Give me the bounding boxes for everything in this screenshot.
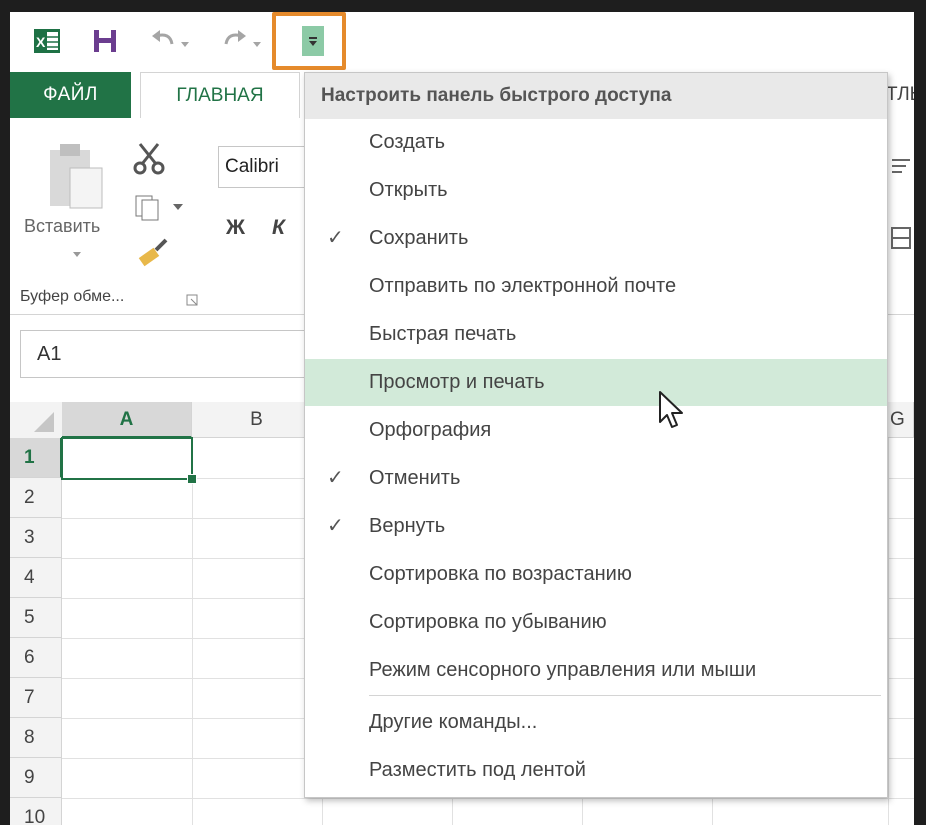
menu-item-label: Сортировка по убыванию [369, 611, 607, 633]
excel-window: X ФАЙЛ ГЛАВНАЯ ТЛ Вставить Буфер обме...… [10, 12, 914, 825]
row-header-2[interactable]: 2 [10, 478, 62, 518]
save-icon[interactable] [90, 26, 120, 56]
copy-dropdown-icon[interactable] [170, 200, 186, 214]
menu-item-show-below-ribbon[interactable]: Разместить под лентой [305, 747, 887, 794]
undo-dropdown-icon[interactable] [176, 26, 194, 56]
undo-icon[interactable] [148, 26, 178, 56]
row-header-3[interactable]: 3 [10, 518, 62, 558]
column-header-b[interactable]: B [192, 402, 322, 438]
merge-icon[interactable] [890, 224, 914, 254]
name-box[interactable]: A1 [20, 330, 310, 378]
select-all-corner[interactable] [10, 402, 62, 438]
row-header-1[interactable]: 1 [10, 438, 62, 478]
menu-item-email[interactable]: Отправить по электронной почте [305, 263, 887, 310]
customize-qat-highlight [272, 12, 346, 70]
bold-button[interactable]: Ж [226, 216, 245, 240]
menu-separator [369, 695, 881, 696]
menu-item-label: Сохранить [369, 227, 469, 249]
row-header-10[interactable]: 10 [10, 798, 62, 825]
tab-partial[interactable]: ТЛЫ [886, 72, 914, 118]
menu-item-print-preview[interactable]: Просмотр и печать [305, 359, 887, 406]
menu-item-label: Быстрая печать [369, 323, 517, 345]
menu-item-label: Создать [369, 131, 446, 153]
clipboard-group-label: Буфер обме... [20, 288, 125, 305]
dropdown-arrow-icon [309, 37, 317, 46]
row-header-4[interactable]: 4 [10, 558, 62, 598]
menu-item-label: Сортировка по возрастанию [369, 563, 632, 585]
row-header-6[interactable]: 6 [10, 638, 62, 678]
paste-dropdown-icon[interactable] [70, 248, 84, 260]
redo-icon[interactable] [220, 26, 250, 56]
customize-qat-button[interactable] [302, 26, 324, 56]
menu-item-label: Вернуть [369, 515, 446, 537]
row-header-8[interactable]: 8 [10, 718, 62, 758]
menu-item-label: Разместить под лентой [369, 759, 586, 781]
excel-logo-icon: X [34, 29, 60, 53]
menu-header: Настроить панель быстрого доступа [305, 73, 887, 119]
menu-item-sort-descending[interactable]: Сортировка по убыванию [305, 599, 887, 646]
wrap-text-icon[interactable] [890, 154, 914, 184]
menu-item-label: Открыть [369, 179, 448, 201]
row-header-7[interactable]: 7 [10, 678, 62, 718]
format-painter-icon[interactable] [134, 236, 170, 270]
menu-item-open[interactable]: Открыть [305, 167, 887, 214]
svg-text:X: X [36, 34, 46, 50]
menu-item-label: Отправить по электронной почте [369, 275, 677, 297]
menu-item-label: Просмотр и печать [369, 371, 545, 393]
menu-item-quick-print[interactable]: Быстрая печать [305, 311, 887, 358]
menu-item-label: Режим сенсорного управления или мыши [369, 659, 757, 681]
column-header-a[interactable]: A [62, 402, 192, 438]
check-icon: ✓ [327, 467, 344, 489]
column-header-g[interactable]: G [888, 402, 914, 438]
paste-icon[interactable] [46, 142, 108, 214]
menu-item-label: Другие команды... [369, 711, 538, 733]
mouse-cursor-icon [659, 391, 683, 428]
check-icon: ✓ [327, 227, 344, 249]
customize-qat-menu: Настроить панель быстрого доступа Создат… [304, 72, 888, 798]
quick-access-toolbar: X [10, 12, 914, 70]
redo-dropdown-icon[interactable] [248, 26, 266, 56]
menu-item-sort-ascending[interactable]: Сортировка по возрастанию [305, 551, 887, 598]
dialog-launcher-icon[interactable] [186, 294, 200, 308]
italic-button[interactable]: К [272, 216, 285, 240]
menu-item-label: Орфография [369, 419, 492, 441]
paste-label[interactable]: Вставить [24, 216, 100, 237]
menu-item-redo[interactable]: ✓ Вернуть [305, 503, 887, 550]
fill-handle[interactable] [187, 474, 197, 484]
tab-file[interactable]: ФАЙЛ [10, 72, 131, 118]
menu-item-undo[interactable]: ✓ Отменить [305, 455, 887, 502]
selected-cell-a1[interactable] [61, 437, 193, 480]
row-header-9[interactable]: 9 [10, 758, 62, 798]
copy-icon[interactable] [132, 192, 166, 222]
grid-line [888, 438, 889, 825]
menu-item-save[interactable]: ✓ Сохранить [305, 215, 887, 262]
check-icon: ✓ [327, 515, 344, 537]
menu-item-create[interactable]: Создать [305, 119, 887, 166]
cut-icon[interactable] [132, 140, 166, 176]
menu-item-more-commands[interactable]: Другие команды... [305, 699, 887, 746]
menu-item-touch-mode[interactable]: Режим сенсорного управления или мыши [305, 647, 887, 694]
row-header-5[interactable]: 5 [10, 598, 62, 638]
menu-item-spelling[interactable]: Орфография [305, 407, 887, 454]
tab-home[interactable]: ГЛАВНАЯ [140, 72, 300, 119]
menu-item-label: Отменить [369, 467, 461, 489]
font-name-box[interactable]: Calibri [218, 146, 312, 188]
grid-line [192, 438, 193, 825]
grid-line [62, 798, 914, 799]
